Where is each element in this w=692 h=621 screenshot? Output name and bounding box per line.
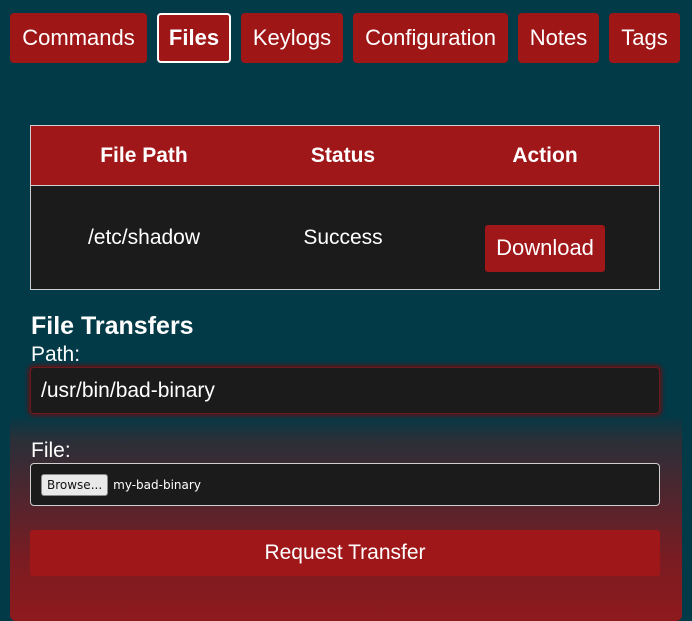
column-header-file-path: File Path — [100, 144, 188, 167]
tab-files[interactable]: Files — [157, 13, 231, 63]
tab-notes[interactable]: Notes — [518, 13, 599, 63]
column-header-action: Action — [512, 144, 578, 167]
column-header-status: Status — [310, 144, 376, 167]
path-input[interactable] — [30, 367, 660, 414]
path-label: Path: — [31, 343, 81, 366]
request-transfer-button[interactable]: Request Transfer — [30, 530, 660, 576]
status-cell: Success — [303, 226, 383, 249]
files-table: File Path Status Action /etc/shadow Succ… — [30, 125, 660, 290]
download-button[interactable]: Download — [485, 224, 605, 272]
tab-keylogs[interactable]: Keylogs — [241, 13, 343, 63]
file-path-cell: /etc/shadow — [87, 226, 201, 249]
tab-configuration[interactable]: Configuration — [353, 13, 508, 63]
table-header: File Path Status Action — [31, 126, 659, 186]
form-background-panel — [10, 415, 682, 621]
action-cell: Download — [429, 186, 661, 290]
tab-commands[interactable]: Commands — [10, 13, 147, 63]
file-label: File: — [31, 439, 71, 462]
selected-file-name: my-bad-binary — [113, 477, 201, 492]
browse-button[interactable]: Browse... — [41, 473, 109, 496]
file-transfers-title: File Transfers — [31, 312, 194, 340]
file-input[interactable]: Browse... my-bad-binary — [30, 463, 660, 506]
tab-tags[interactable]: Tags — [609, 13, 680, 63]
